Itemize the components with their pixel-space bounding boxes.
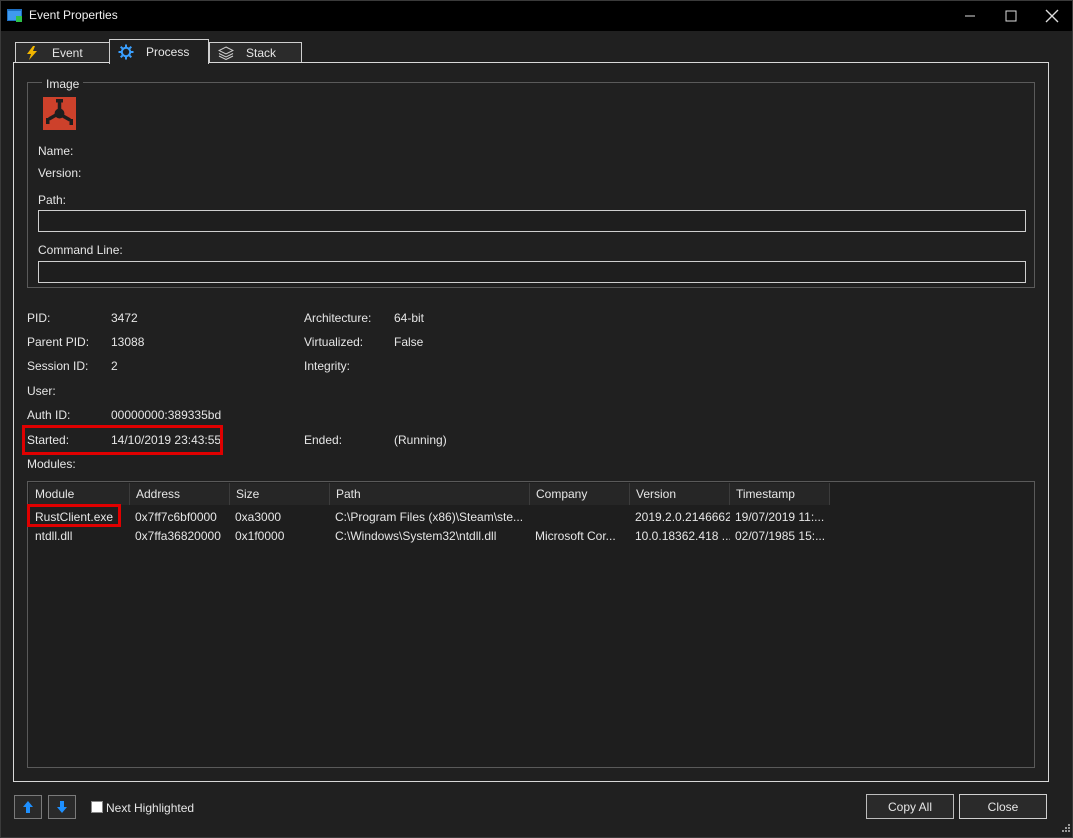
pid-value: 3472 — [111, 311, 138, 325]
ended-value: (Running) — [394, 433, 447, 447]
auth-id-value: 00000000:389335bd — [111, 408, 222, 422]
next-highlighted-label[interactable]: Next Highlighted — [106, 801, 194, 815]
address-cell: 0x7ff7c6bf0000 — [135, 510, 217, 524]
stack-icon — [218, 45, 234, 61]
ended-label: Ended: — [304, 433, 343, 447]
column-header-module[interactable]: Module — [29, 483, 130, 505]
resize-grip-icon[interactable] — [1059, 823, 1071, 835]
tab-event-label: Event — [52, 46, 83, 60]
company-cell: Microsoft Cor... — [535, 529, 616, 543]
column-header-company[interactable]: Company — [530, 483, 630, 505]
started-highlight-box — [22, 425, 223, 455]
size-cell: 0xa3000 — [235, 510, 282, 524]
column-header-size[interactable]: Size — [230, 483, 330, 505]
next-highlighted-checkbox[interactable] — [91, 801, 103, 813]
version-cell: 2019.2.0.2146662 — [635, 510, 730, 524]
parent-pid-value: 13088 — [111, 335, 145, 349]
session-id-label: Session ID: — [27, 359, 89, 373]
app-icon — [7, 9, 22, 22]
auth-id-label: Auth ID: — [27, 408, 71, 422]
integrity-label: Integrity: — [304, 359, 351, 373]
virtualized-label: Virtualized: — [304, 335, 364, 349]
close-button[interactable]: Close — [959, 794, 1047, 819]
window-title: Event Properties — [29, 8, 118, 22]
modules-list[interactable]: Module Address Size Path Company Version… — [27, 481, 1035, 768]
timestamp-cell: 19/07/2019 11:... — [735, 510, 825, 524]
arrow-up-icon — [23, 801, 33, 813]
title-bar: Event Properties — [1, 1, 1072, 31]
close-icon — [1045, 9, 1059, 23]
process-image-icon — [43, 97, 76, 130]
command-line-label: Command Line: — [38, 243, 123, 257]
image-group-title: Image — [42, 77, 84, 91]
architecture-value: 64-bit — [394, 311, 425, 325]
next-event-button[interactable] — [48, 795, 76, 819]
timestamp-cell: 02/07/1985 15:... — [735, 529, 826, 543]
copy-all-button[interactable]: Copy All — [866, 794, 954, 819]
gear-icon — [118, 44, 134, 60]
command-line-field[interactable] — [38, 261, 1026, 283]
name-label: Name: — [38, 144, 74, 158]
column-header-path[interactable]: Path — [330, 483, 530, 505]
previous-event-button[interactable] — [14, 795, 42, 819]
module-name-cell: ntdll.dll — [35, 529, 73, 543]
close-window-button[interactable] — [1029, 1, 1073, 31]
tab-stack-label: Stack — [246, 46, 277, 60]
column-header-timestamp[interactable]: Timestamp — [730, 483, 830, 505]
column-header-version[interactable]: Version — [630, 483, 730, 505]
version-cell: 10.0.18362.418 ... — [635, 529, 730, 543]
tab-process-label: Process — [146, 45, 190, 59]
tab-event[interactable]: Event — [15, 42, 111, 63]
path-cell: C:\Program Files (x86)\Steam\ste... — [335, 510, 524, 524]
pid-label: PID: — [27, 311, 51, 325]
maximize-button[interactable] — [988, 1, 1034, 31]
parent-pid-label: Parent PID: — [27, 335, 90, 349]
event-properties-window: Event Properties Event Stack Image Name:… — [0, 0, 1073, 838]
modules-label: Modules: — [27, 457, 76, 471]
path-field[interactable] — [38, 210, 1026, 232]
tab-process[interactable]: Process — [109, 39, 209, 64]
arrow-down-icon — [57, 801, 67, 813]
minimize-button[interactable] — [947, 1, 993, 31]
size-cell: 0x1f0000 — [235, 529, 285, 543]
module-highlight-box — [27, 504, 121, 527]
image-groupbox — [27, 82, 1035, 288]
path-cell: C:\Windows\System32\ntdll.dll — [335, 529, 497, 543]
address-cell: 0x7ffa36820000 — [135, 529, 221, 543]
user-label: User: — [27, 384, 56, 398]
architecture-label: Architecture: — [304, 311, 372, 325]
lightning-icon — [24, 45, 40, 61]
path-label: Path: — [38, 193, 67, 207]
column-header-address[interactable]: Address — [130, 483, 230, 505]
virtualized-value: False — [394, 335, 424, 349]
tab-stack[interactable]: Stack — [209, 42, 302, 63]
maximize-icon — [1005, 10, 1017, 22]
version-label: Version: — [38, 166, 82, 180]
process-tab-panel: Image Name: Version: Path: Command Line:… — [13, 62, 1049, 782]
session-id-value: 2 — [111, 359, 118, 373]
minimize-icon — [965, 15, 975, 17]
